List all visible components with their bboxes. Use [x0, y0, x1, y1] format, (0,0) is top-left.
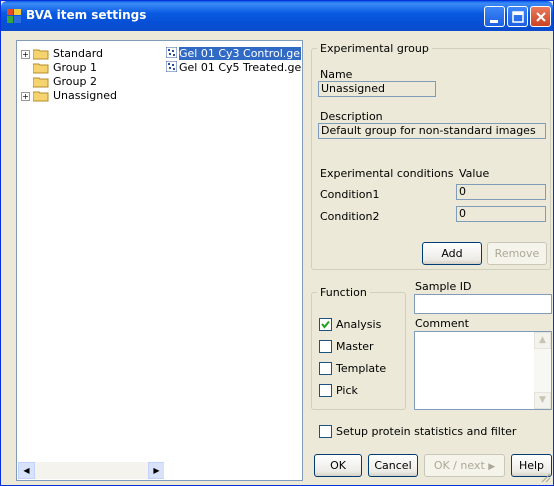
experimental-conditions-header: Experimental conditions: [320, 167, 454, 180]
folder-icon: [33, 63, 49, 74]
condition-1-label: Condition1: [320, 188, 380, 201]
gel-item-label: Gel 01 Cy5 Treated.gel: [179, 61, 301, 74]
tree-item-label: Group 2: [53, 75, 97, 88]
template-label: Template: [336, 362, 387, 375]
scroll-down-button[interactable]: ▼: [534, 392, 551, 409]
folder-icon: [33, 91, 49, 102]
name-label: Name: [320, 68, 353, 81]
arrow-down-icon: ▼: [539, 395, 546, 405]
minimize-icon: [490, 20, 498, 23]
expand-icon[interactable]: +: [21, 50, 30, 59]
arrow-right-icon: ▶: [153, 466, 160, 475]
scroll-left-button[interactable]: ◀: [18, 462, 35, 479]
master-checkbox[interactable]: [319, 340, 332, 353]
cancel-button[interactable]: Cancel: [368, 454, 418, 477]
sample-id-input[interactable]: [414, 294, 552, 314]
close-icon: [536, 12, 546, 22]
value-header: Value: [459, 167, 490, 180]
window-title: BVA item settings: [26, 8, 147, 22]
scroll-right-button[interactable]: ▶: [148, 462, 165, 479]
experimental-group-legend: Experimental group: [320, 42, 429, 55]
arrow-left-icon: ◀: [23, 466, 30, 475]
bva-item-settings-window: BVA item settings + Standard Group 1 Gro…: [0, 0, 554, 486]
gel-item-cy5-treated[interactable]: Gel 01 Cy5 Treated.gel: [166, 61, 301, 75]
group-tree[interactable]: + Standard Group 1 Group 2 + Unassigned …: [16, 40, 166, 481]
play-arrow-icon: ▶: [488, 462, 496, 472]
pick-label: Pick: [336, 384, 358, 397]
resize-grip-icon[interactable]: [541, 473, 551, 483]
gel-image-icon: [166, 61, 177, 72]
arrow-up-icon: ▲: [539, 335, 546, 345]
checkmark-icon: [321, 320, 330, 329]
pick-checkbox[interactable]: [319, 384, 332, 397]
condition-2-label: Condition2: [320, 210, 380, 223]
function-legend: Function: [320, 286, 367, 299]
setup-statistics-checkbox[interactable]: [319, 425, 332, 438]
gel-image-icon: [166, 47, 177, 58]
app-icon: [7, 9, 21, 23]
comment-scrollbar[interactable]: ▲ ▼: [534, 332, 551, 409]
gel-list[interactable]: Gel 01 Cy3 Control.gel Gel 01 Cy5 Treate…: [164, 40, 303, 481]
condition-1-value-field[interactable]: 0: [456, 184, 546, 200]
template-checkbox[interactable]: [319, 362, 332, 375]
comment-label: Comment: [415, 317, 469, 330]
condition-2-value-field[interactable]: 0: [456, 206, 546, 222]
name-field[interactable]: Unassigned: [318, 81, 436, 97]
master-label: Master: [336, 340, 374, 353]
analysis-checkbox[interactable]: [319, 318, 332, 331]
analysis-label: Analysis: [336, 318, 382, 331]
ok-button[interactable]: OK: [314, 454, 362, 477]
tree-horizontal-scrollbar[interactable]: ◀ ▶: [18, 462, 165, 479]
gel-item-cy3-control[interactable]: Gel 01 Cy3 Control.gel: [166, 47, 301, 61]
maximize-icon: [512, 11, 524, 23]
setup-statistics-label: Setup protein statistics and filter: [336, 425, 517, 438]
scroll-up-button[interactable]: ▲: [534, 332, 551, 349]
description-label: Description: [320, 110, 383, 123]
comment-textarea[interactable]: ▲ ▼: [414, 331, 552, 410]
ok-next-label: OK / next: [433, 459, 485, 472]
ok-next-button[interactable]: OK / next ▶: [424, 454, 505, 477]
tree-item-label: Standard: [53, 47, 104, 60]
tree-item-label: Unassigned: [53, 89, 117, 102]
close-button[interactable]: [530, 6, 551, 27]
add-button[interactable]: Add: [422, 242, 482, 265]
remove-button[interactable]: Remove: [487, 242, 547, 265]
tree-item-label: Group 1: [53, 61, 97, 74]
folder-icon: [33, 49, 49, 60]
gel-item-label: Gel 01 Cy3 Control.gel: [179, 47, 301, 60]
expand-icon[interactable]: +: [21, 92, 30, 101]
minimize-button[interactable]: [484, 6, 505, 27]
maximize-button[interactable]: [507, 6, 528, 27]
sample-id-label: Sample ID: [415, 280, 472, 293]
title-bar[interactable]: BVA item settings: [1, 1, 553, 31]
description-field[interactable]: Default group for non-standard images: [318, 123, 546, 139]
folder-icon: [33, 77, 49, 88]
